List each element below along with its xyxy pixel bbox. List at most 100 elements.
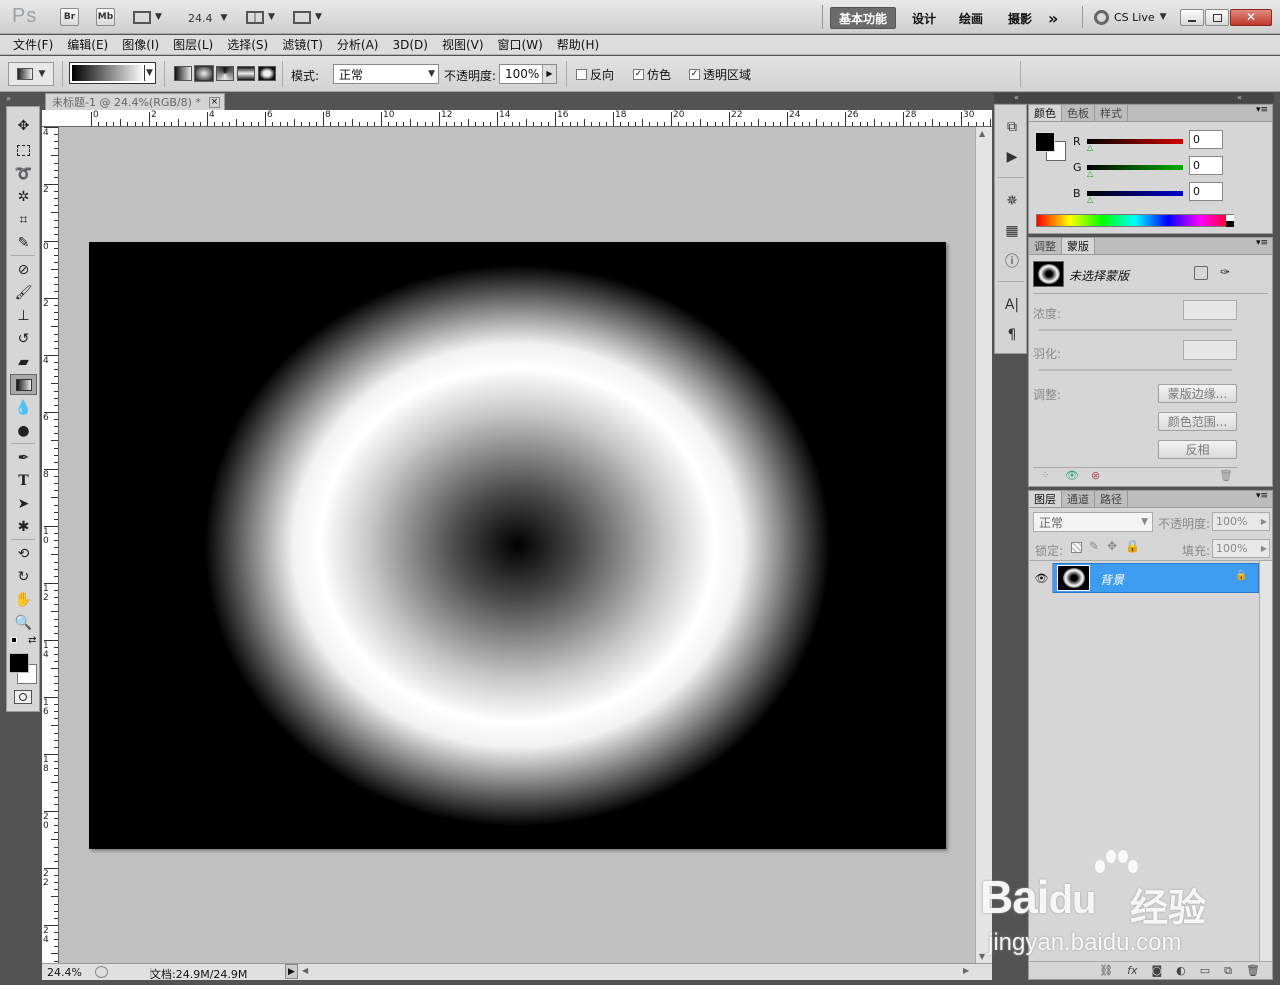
slider-thumb-icon[interactable]: △ (1087, 143, 1093, 152)
red-slider[interactable] (1087, 139, 1183, 144)
lock-all-icon[interactable]: 🔒 (1125, 539, 1140, 553)
history-brush-tool[interactable]: ↺ (10, 328, 37, 349)
paragraph-panel-button[interactable]: ¶ (1002, 325, 1022, 345)
histogram-panel-button[interactable]: ▦ (1002, 221, 1022, 241)
crop-tool[interactable]: ⌗ (10, 209, 37, 230)
swap-colors-button[interactable]: ⇄ (28, 635, 36, 646)
black-white-swatch[interactable] (1226, 215, 1234, 227)
path-selection-tool[interactable]: ➤ (10, 493, 37, 514)
load-selection-icon[interactable]: ⁘ (1041, 470, 1049, 481)
default-colors-button[interactable] (11, 637, 19, 645)
new-layer-icon[interactable]: ⧉ (1224, 964, 1232, 978)
vertical-ruler[interactable]: 4 2 0 2 4 6 8 10 12 14 16 18 20 22 24 (42, 127, 59, 976)
blue-slider[interactable] (1087, 191, 1183, 196)
menu-window[interactable]: 窗口(W) (491, 36, 550, 53)
delete-layer-icon[interactable]: 🗑 (1246, 964, 1260, 977)
status-icon[interactable] (95, 966, 108, 978)
menu-analysis[interactable]: 分析(A) (330, 36, 386, 53)
brush-tool[interactable]: 🖌 (10, 282, 37, 303)
menu-help[interactable]: 帮助(H) (550, 36, 606, 53)
eye-icon[interactable]: 👁 (1031, 563, 1053, 593)
menu-select[interactable]: 选择(S) (220, 36, 275, 53)
adjustment-layer-icon[interactable]: ◐ (1176, 964, 1186, 977)
close-icon[interactable]: × (208, 96, 220, 108)
color-range-button[interactable]: 颜色范围... (1158, 412, 1237, 431)
panel-menu-icon[interactable]: ▾≡ (1256, 491, 1272, 507)
menu-view[interactable]: 视图(V) (435, 36, 491, 53)
tab-layers[interactable]: 图层 (1029, 491, 1062, 507)
pen-tool[interactable]: ✒ (10, 447, 37, 468)
tab-adjustments[interactable]: 调整 (1029, 238, 1062, 254)
blend-mode-dropdown[interactable]: 正常 ▼ (1033, 512, 1153, 532)
zoom-tool[interactable]: 🔍 (10, 612, 37, 633)
tab-styles[interactable]: 样式 (1095, 105, 1128, 121)
menu-file[interactable]: 文件(F) (6, 36, 60, 53)
mask-edge-button[interactable]: 蒙版边缘... (1158, 384, 1237, 403)
red-value[interactable]: 0 (1189, 130, 1223, 149)
3d-rotate-tool[interactable]: ⟲ (10, 543, 37, 564)
zoom-level-dropdown[interactable]: 24.4 ▼ (188, 10, 232, 26)
gradient-picker[interactable]: ▼ (69, 62, 156, 84)
link-layers-icon[interactable]: ⛓ (1099, 964, 1113, 977)
reflected-gradient-icon[interactable] (237, 66, 255, 81)
reverse-checkbox[interactable]: 反向 (576, 66, 614, 83)
trash-icon[interactable]: 🗑 (1219, 469, 1233, 482)
green-value[interactable]: 0 (1189, 156, 1223, 175)
layer-row-background[interactable]: 👁 背景 🔒 (1031, 563, 1259, 593)
angle-gradient-icon[interactable] (216, 66, 234, 81)
radial-gradient-icon[interactable] (194, 65, 214, 82)
tab-masks[interactable]: 蒙版 (1062, 238, 1095, 254)
navigator-panel-button[interactable]: ✵ (1002, 191, 1022, 211)
workspace-painting[interactable]: 绘画 (951, 7, 991, 29)
healing-brush-tool[interactable]: ⊘ (10, 259, 37, 280)
gradient-tool[interactable] (10, 374, 37, 395)
menu-3d[interactable]: 3D(D) (385, 38, 434, 52)
clone-stamp-tool[interactable]: ⊥ (10, 305, 37, 326)
history-panel-button[interactable]: ⧉ (1002, 117, 1022, 137)
cs-live-button[interactable]: CS Live ▼ (1094, 9, 1167, 25)
opacity-field[interactable]: 100% ▶ (499, 64, 557, 84)
eraser-tool[interactable]: ▰ (10, 351, 37, 372)
layer-name[interactable]: 背景 (1100, 571, 1124, 588)
foreground-color-swatch[interactable] (9, 653, 29, 673)
blur-tool[interactable]: 💧 (10, 397, 37, 418)
menu-filter[interactable]: 滤镜(T) (275, 36, 330, 53)
dodge-tool[interactable]: ● (10, 420, 37, 441)
lock-pixels-icon[interactable]: ✎ (1089, 539, 1099, 553)
linear-gradient-icon[interactable] (174, 66, 192, 81)
layer-style-icon[interactable]: fx (1127, 964, 1137, 977)
view-mask-icon[interactable]: 👁 (1065, 469, 1079, 482)
lock-position-icon[interactable]: ✥ (1107, 539, 1117, 553)
slider-thumb-icon[interactable]: △ (1087, 195, 1093, 204)
canvas-radial-gradient[interactable] (89, 242, 946, 849)
close-window-button[interactable]: ✕ (1230, 9, 1272, 26)
scroll-right-icon[interactable]: ▶ (963, 966, 969, 975)
hand-tool[interactable]: ✋ (10, 589, 37, 610)
workspace-essentials[interactable]: 基本功能 (830, 7, 897, 29)
dither-checkbox[interactable]: ✓ 仿色 (633, 66, 671, 83)
menu-edit[interactable]: 编辑(E) (60, 36, 115, 53)
tool-preset-picker[interactable]: ▼ (8, 62, 54, 86)
tab-channels[interactable]: 通道 (1062, 491, 1095, 507)
workspace-design[interactable]: 设计 (904, 7, 944, 29)
workspace-photography[interactable]: 摄影 (1000, 7, 1040, 29)
mode-dropdown[interactable]: 正常 ▼ (333, 64, 439, 84)
bridge-button[interactable]: Br (60, 8, 79, 26)
panel-menu-icon[interactable]: ▾≡ (1256, 105, 1272, 121)
info-panel-button[interactable]: ⓘ (1002, 251, 1022, 271)
foreground-swatch[interactable] (1035, 132, 1055, 152)
status-zoom[interactable]: 24.4% (47, 966, 82, 979)
status-menu-arrow-icon[interactable]: ▶ (285, 964, 298, 979)
new-group-icon[interactable]: ▭ (1200, 964, 1210, 977)
arrange-documents-button[interactable]: ▼ (246, 9, 278, 25)
color-spectrum-ramp[interactable] (1036, 214, 1234, 227)
menu-image[interactable]: 图像(I) (115, 36, 166, 53)
panel-dock-header[interactable]: «« (994, 93, 1274, 103)
ruler-origin[interactable] (42, 110, 59, 127)
blue-value[interactable]: 0 (1189, 182, 1223, 201)
tab-paths[interactable]: 路径 (1095, 491, 1128, 507)
move-tool[interactable]: ✥ (10, 115, 37, 136)
lasso-tool[interactable]: ➰ (10, 163, 37, 184)
restore-button[interactable] (1205, 9, 1229, 26)
disable-mask-icon[interactable]: ⊗ (1091, 469, 1100, 482)
